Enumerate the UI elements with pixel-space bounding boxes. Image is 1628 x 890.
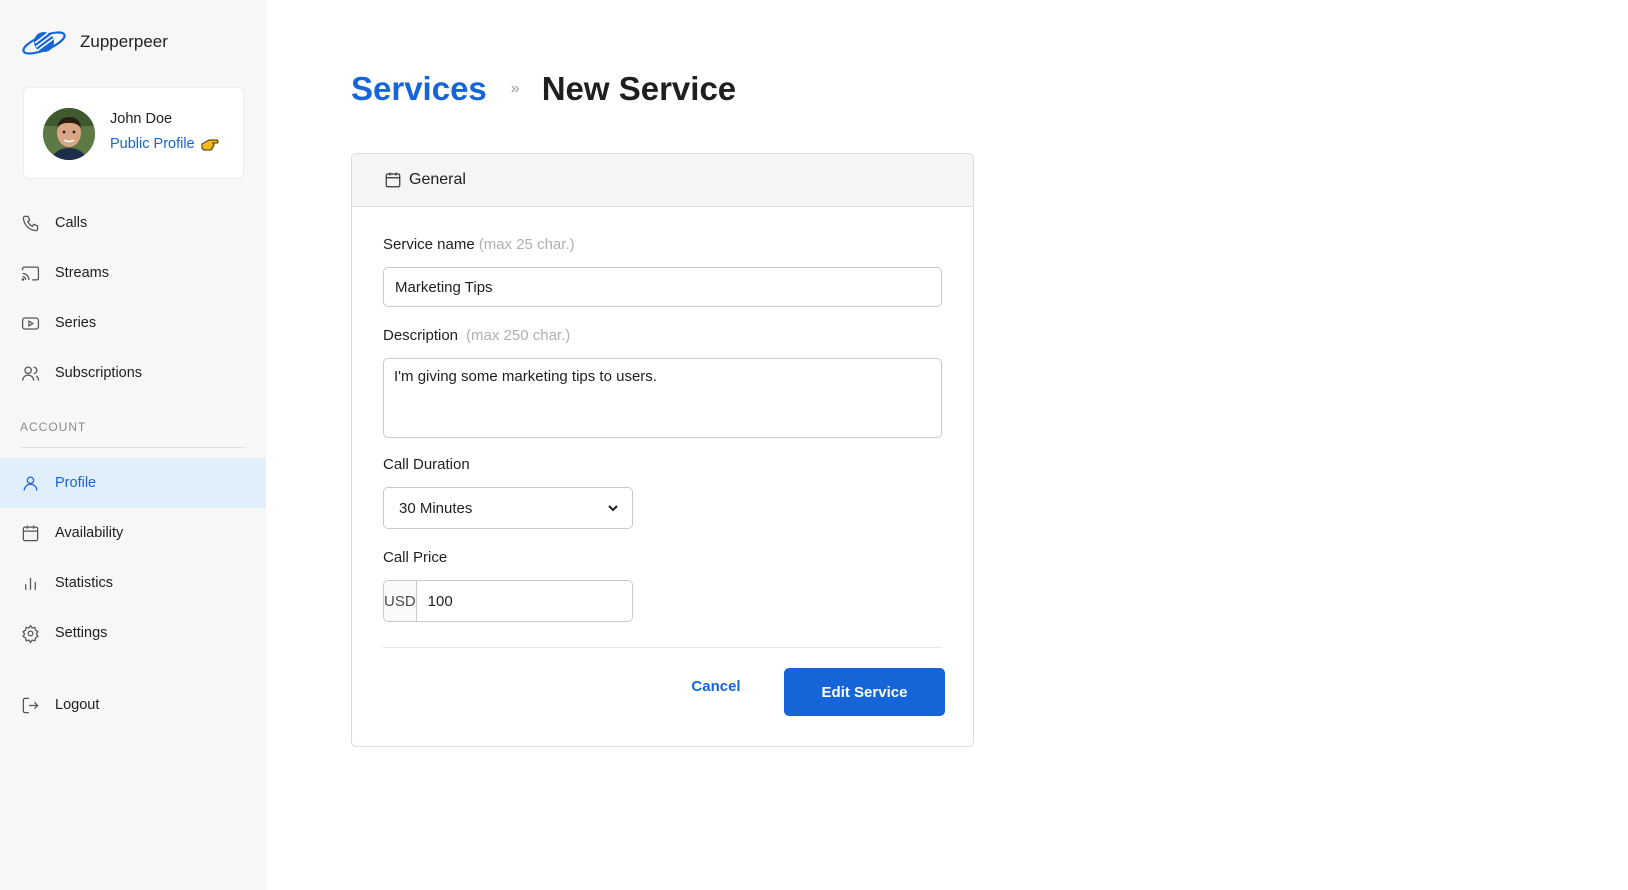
call-price-label: Call Price xyxy=(383,549,448,566)
nav-label-statistics: Statistics xyxy=(55,575,114,591)
nav-item-profile[interactable]: Profile xyxy=(0,458,266,508)
nav-label-availability: Availability xyxy=(55,525,124,541)
card-header: General xyxy=(352,154,973,207)
planet-logo-icon xyxy=(22,31,66,55)
main-nav: Calls Streams Series Subscriptions xyxy=(0,198,266,398)
nav-item-series[interactable]: Series xyxy=(0,298,266,348)
section-title: General xyxy=(409,171,466,188)
nav-label-profile: Profile xyxy=(55,475,97,491)
user-icon xyxy=(20,473,40,493)
nav-label-calls: Calls xyxy=(55,215,88,231)
cast-icon xyxy=(20,263,40,283)
call-price-group: USD xyxy=(383,580,633,622)
service-name-input[interactable] xyxy=(383,267,942,307)
brand[interactable]: Zupperpeer xyxy=(20,24,168,60)
nav-label-series: Series xyxy=(55,315,97,331)
nav-item-settings[interactable]: Settings xyxy=(0,608,266,658)
gear-icon xyxy=(20,623,40,643)
description-hint: (max 250 char.) xyxy=(466,327,571,344)
page-title: New Service xyxy=(541,70,737,107)
sidebar: Zupperpeer John Doe Public Profile Calls… xyxy=(0,0,266,890)
description-textarea[interactable]: I'm giving some marketing tips to users. xyxy=(383,358,942,438)
user-card: John Doe Public Profile xyxy=(23,87,244,179)
play-square-icon xyxy=(20,313,40,333)
public-profile-label: Public Profile xyxy=(110,136,195,152)
calendar-icon xyxy=(20,523,40,543)
service-name-label-text: Service name xyxy=(383,236,475,253)
app-name: Zupperpeer xyxy=(80,32,168,51)
service-name-hint: (max 25 char.) xyxy=(478,236,575,253)
logout-icon xyxy=(20,695,40,715)
calendar-icon xyxy=(385,172,401,188)
call-duration-select[interactable]: 30 Minutes xyxy=(383,487,633,529)
nav-item-subscriptions[interactable]: Subscriptions xyxy=(0,348,266,398)
pointing-hand-icon xyxy=(201,139,219,151)
description-label-text: Description xyxy=(383,327,459,344)
currency-prefix: USD xyxy=(384,581,417,621)
nav-label-subscriptions: Subscriptions xyxy=(55,365,143,381)
nav-label-streams: Streams xyxy=(55,265,109,281)
form-divider xyxy=(383,647,942,648)
service-form-card: General Service name(max 25 char.) Descr… xyxy=(351,153,974,747)
avatar-image-icon xyxy=(43,108,95,160)
bar-chart-icon xyxy=(20,573,40,593)
breadcrumb: Services » New Service xyxy=(351,66,736,112)
nav-item-statistics[interactable]: Statistics xyxy=(0,558,266,608)
nav-item-availability[interactable]: Availability xyxy=(0,508,266,558)
avatar[interactable] xyxy=(43,108,95,160)
account-section-label: ACCOUNT xyxy=(20,420,87,434)
phone-icon xyxy=(20,213,40,233)
call-duration-label: Call Duration xyxy=(383,456,470,473)
nav-item-streams[interactable]: Streams xyxy=(0,248,266,298)
service-name-label: Service name (max 25 char.) xyxy=(383,236,575,253)
users-icon xyxy=(20,363,40,383)
call-price-input[interactable] xyxy=(416,581,632,621)
breadcrumb-services-link[interactable]: Services xyxy=(351,70,487,108)
double-chevron-right-icon: » xyxy=(510,80,520,97)
call-duration-value: 30 Minutes xyxy=(399,499,473,517)
public-profile-link[interactable]: Public Profile xyxy=(110,136,219,152)
nav-divider xyxy=(20,447,246,448)
nav-item-logout[interactable]: Logout xyxy=(0,680,266,730)
cancel-button[interactable]: Cancel xyxy=(676,668,756,704)
nav-item-calls[interactable]: Calls xyxy=(0,198,266,248)
edit-service-button[interactable]: Edit Service xyxy=(784,668,945,716)
description-label: Description (max 250 char.) xyxy=(383,327,570,344)
account-nav: Profile Availability Statistics Settings xyxy=(0,458,266,658)
nav-label-logout: Logout xyxy=(55,697,100,713)
user-name: John Doe xyxy=(110,111,173,127)
nav-label-settings: Settings xyxy=(55,625,108,641)
logout-nav: Logout xyxy=(0,680,266,730)
chevron-down-icon xyxy=(608,505,618,512)
